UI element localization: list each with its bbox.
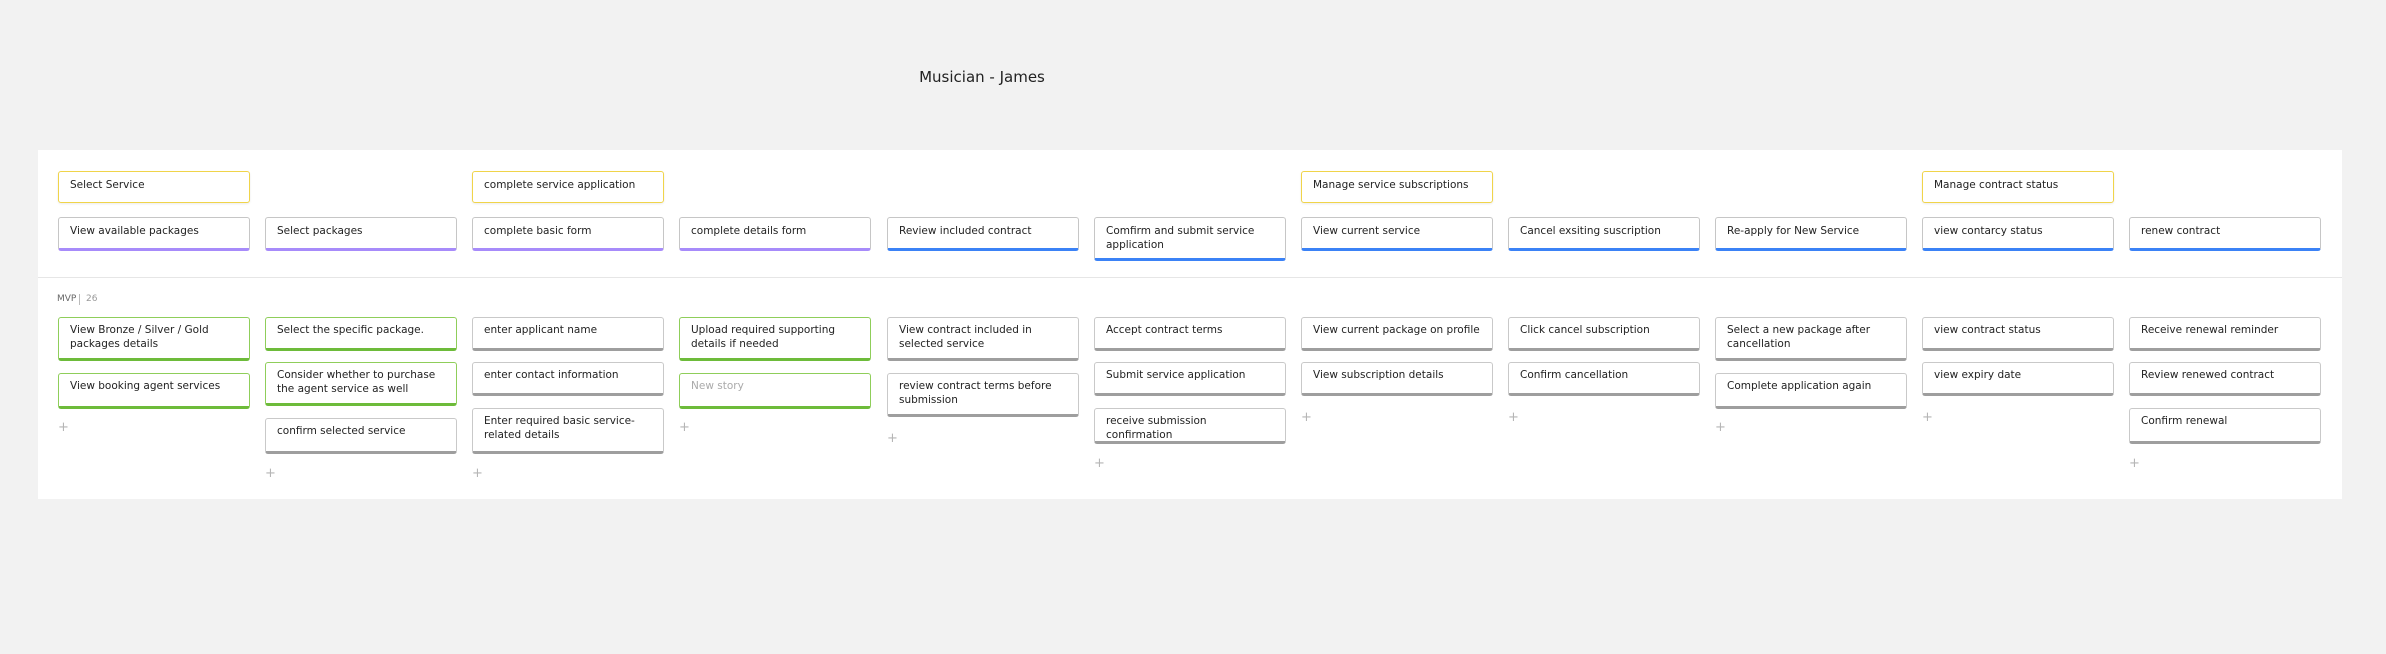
story-card[interactable]: Confirm cancellation bbox=[1508, 362, 1700, 396]
release-count: 26 bbox=[86, 294, 98, 304]
story-card[interactable]: Complete application again bbox=[1715, 373, 1907, 409]
add-story-icon[interactable]: + bbox=[1301, 411, 1313, 424]
story-card[interactable]: Confirm renewal bbox=[2129, 408, 2321, 444]
add-story-icon[interactable]: + bbox=[58, 421, 70, 434]
story-card[interactable]: confirm selected service bbox=[265, 418, 457, 454]
step-card[interactable]: View current service bbox=[1301, 217, 1493, 251]
step-card[interactable]: view contarcy status bbox=[1922, 217, 2114, 251]
story-card[interactable]: Upload required supporting details if ne… bbox=[679, 317, 871, 361]
add-story-icon[interactable]: + bbox=[1922, 411, 1934, 424]
activity-card[interactable]: Manage service subscriptions bbox=[1301, 171, 1493, 203]
story-card[interactable]: receive submission confirmation bbox=[1094, 408, 1286, 444]
story-card[interactable]: Submit service application bbox=[1094, 362, 1286, 396]
story-card[interactable]: Review renewed contract bbox=[2129, 362, 2321, 396]
step-card[interactable]: Select packages bbox=[265, 217, 457, 251]
story-card[interactable]: view contract status bbox=[1922, 317, 2114, 351]
activity-card[interactable]: Manage contract status bbox=[1922, 171, 2114, 203]
step-card[interactable]: complete basic form bbox=[472, 217, 664, 251]
step-card[interactable]: View available packages bbox=[58, 217, 250, 251]
release-separator bbox=[79, 294, 80, 305]
story-card[interactable]: review contract terms before submission bbox=[887, 373, 1079, 417]
new-story-card[interactable]: New story bbox=[679, 373, 871, 409]
add-story-icon[interactable]: + bbox=[887, 432, 899, 445]
step-card[interactable]: Re-apply for New Service bbox=[1715, 217, 1907, 251]
story-card[interactable]: Accept contract terms bbox=[1094, 317, 1286, 351]
story-card[interactable]: View current package on profile bbox=[1301, 317, 1493, 351]
story-card[interactable]: view expiry date bbox=[1922, 362, 2114, 396]
story-card[interactable]: Consider whether to purchase the agent s… bbox=[265, 362, 457, 406]
step-card[interactable]: renew contract bbox=[2129, 217, 2321, 251]
story-card[interactable]: enter applicant name bbox=[472, 317, 664, 351]
story-card[interactable]: Enter required basic service-related det… bbox=[472, 408, 664, 454]
add-story-icon[interactable]: + bbox=[679, 421, 691, 434]
story-card[interactable]: View contract included in selected servi… bbox=[887, 317, 1079, 361]
step-card[interactable]: Comfirm and submit service application bbox=[1094, 217, 1286, 261]
story-card[interactable]: View Bronze / Silver / Gold packages det… bbox=[58, 317, 250, 361]
story-card[interactable]: Click cancel subscription bbox=[1508, 317, 1700, 351]
story-card[interactable]: View subscription details bbox=[1301, 362, 1493, 396]
add-story-icon[interactable]: + bbox=[1715, 421, 1727, 434]
add-story-icon[interactable]: + bbox=[1508, 411, 1520, 424]
add-story-icon[interactable]: + bbox=[472, 467, 484, 480]
story-card[interactable]: Select the specific package. bbox=[265, 317, 457, 351]
story-card[interactable]: enter contact information bbox=[472, 362, 664, 396]
step-card[interactable]: Review included contract bbox=[887, 217, 1079, 251]
step-card[interactable]: complete details form bbox=[679, 217, 871, 251]
page-title: Musician - James bbox=[919, 68, 1045, 86]
release-label[interactable]: MVP bbox=[57, 294, 76, 304]
activity-card[interactable]: complete service application bbox=[472, 171, 664, 203]
activity-card[interactable]: Select Service bbox=[58, 171, 250, 203]
release-divider bbox=[38, 277, 2342, 278]
step-card[interactable]: Cancel exsiting suscription bbox=[1508, 217, 1700, 251]
add-story-icon[interactable]: + bbox=[2129, 457, 2141, 470]
add-story-icon[interactable]: + bbox=[1094, 457, 1106, 470]
story-card[interactable]: View booking agent services bbox=[58, 373, 250, 409]
story-card[interactable]: Select a new package after cancellation bbox=[1715, 317, 1907, 361]
add-story-icon[interactable]: + bbox=[265, 467, 277, 480]
story-card[interactable]: Receive renewal reminder bbox=[2129, 317, 2321, 351]
